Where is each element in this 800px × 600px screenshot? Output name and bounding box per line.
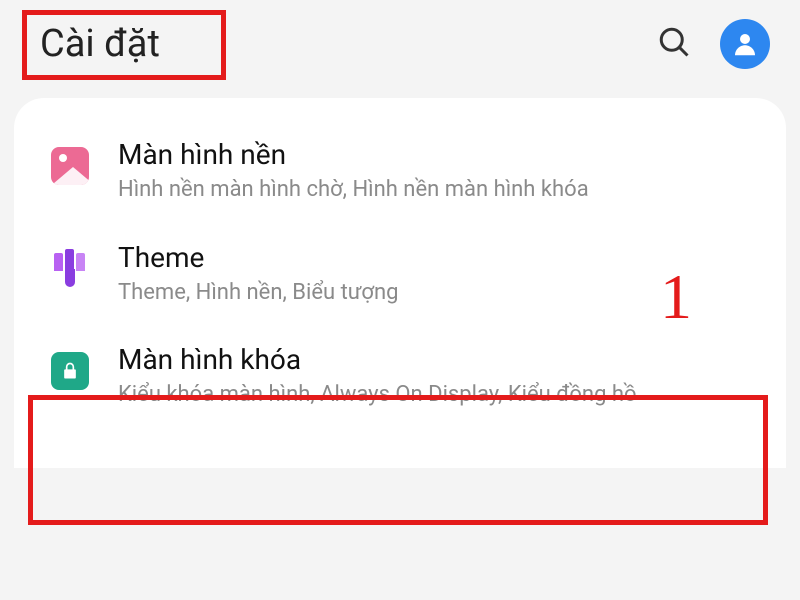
search-button[interactable] xyxy=(656,24,692,64)
item-subtitle: Theme, Hình nền, Biểu tượng xyxy=(118,278,754,308)
profile-button[interactable] xyxy=(720,19,770,69)
settings-screen: Cài đặt Màn hình nền Hì xyxy=(0,0,800,600)
theme-icon xyxy=(46,245,94,293)
wallpaper-icon xyxy=(46,142,94,190)
item-title: Theme xyxy=(118,241,754,274)
header: Cài đặt xyxy=(0,0,800,88)
page-title: Cài đặt xyxy=(30,18,178,70)
header-actions xyxy=(656,19,770,69)
item-subtitle: Hình nền màn hình chờ, Hình nền màn hình… xyxy=(118,175,754,205)
search-icon xyxy=(656,24,692,60)
settings-item-wallpaper[interactable]: Màn hình nền Hình nền màn hình chờ, Hình… xyxy=(14,120,786,223)
item-title: Màn hình nền xyxy=(118,138,754,171)
lock-icon xyxy=(46,347,94,395)
profile-icon xyxy=(730,29,760,59)
step-annotation: 1 xyxy=(660,260,692,334)
settings-item-lockscreen[interactable]: Màn hình khóa Kiểu khóa màn hình, Always… xyxy=(14,325,786,428)
item-subtitle: Kiểu khóa màn hình, Always On Display, K… xyxy=(118,380,754,410)
item-title: Màn hình khóa xyxy=(118,343,754,376)
